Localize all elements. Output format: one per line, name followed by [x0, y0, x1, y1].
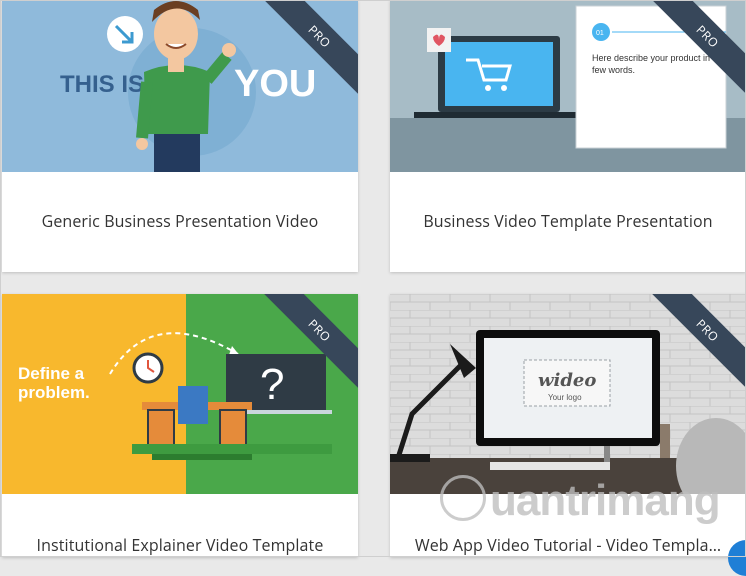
pro-badge-label: PRO: [692, 20, 724, 52]
pro-ribbon-2: PRO: [636, 0, 746, 110]
template-card-1[interactable]: THIS IS YOU PRO Generic Business Present…: [2, 0, 358, 272]
pro-badge-label: PRO: [692, 314, 724, 346]
thumb-define-problem: Define a problem.: [18, 364, 90, 402]
template-title-1[interactable]: Generic Business Presentation Video: [2, 210, 358, 232]
pro-badge-label: PRO: [304, 20, 336, 52]
watermark-text: uantrimang: [490, 476, 721, 525]
logo-subtext: Your logo: [548, 393, 582, 402]
watermark: uantrimang: [440, 470, 740, 540]
pro-ribbon-1: PRO: [248, 0, 358, 110]
pro-badge-label: PRO: [304, 314, 336, 346]
logo-text: wideo: [538, 370, 596, 391]
template-card-2[interactable]: 01 Here describe your product in a few w…: [390, 0, 746, 272]
template-title-2[interactable]: Business Video Template Presentation: [390, 210, 746, 232]
pro-ribbon-3: PRO: [248, 294, 358, 404]
template-card-3[interactable]: Define a problem. ? PRO Institutional Ex…: [2, 294, 358, 557]
step-number: 01: [596, 30, 604, 37]
template-title-3[interactable]: Institutional Explainer Video Template: [2, 534, 358, 556]
pro-ribbon-4: PRO: [636, 294, 746, 404]
thumb-text-this-is: THIS IS: [60, 71, 144, 98]
lightbulb-icon: [440, 475, 486, 521]
